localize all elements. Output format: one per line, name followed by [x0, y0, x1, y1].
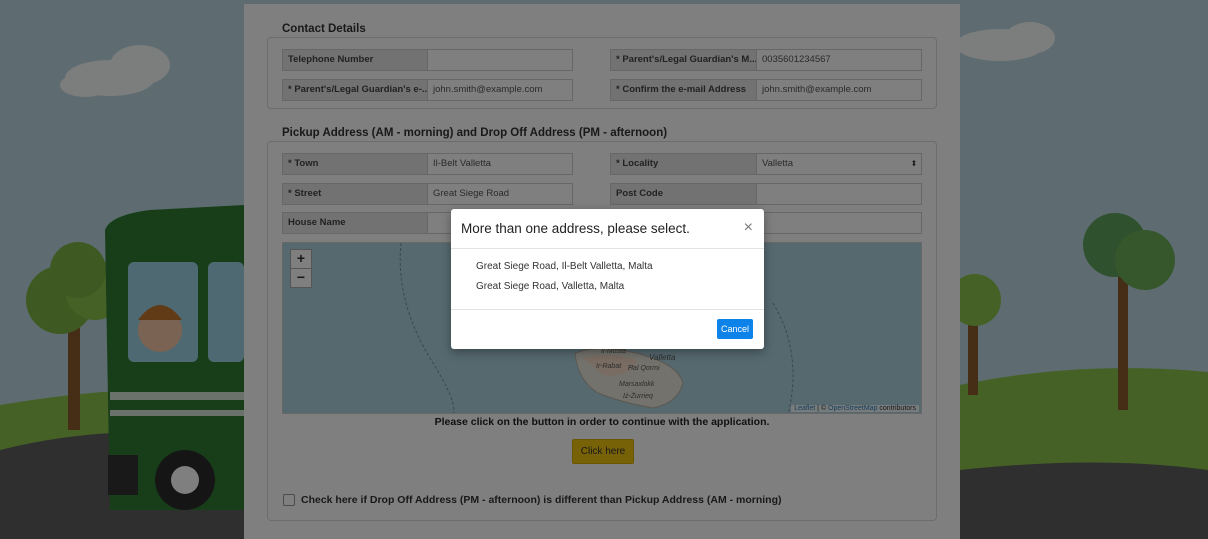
address-select-modal: More than one address, please select. × …: [451, 209, 764, 349]
cancel-button[interactable]: Cancel: [717, 319, 753, 339]
modal-divider: [451, 248, 764, 249]
address-option[interactable]: Great Siege Road, Valletta, Malta: [476, 281, 624, 292]
modal-divider: [451, 309, 764, 310]
close-icon[interactable]: ×: [744, 219, 753, 237]
modal-title: More than one address, please select.: [461, 221, 690, 236]
address-option[interactable]: Great Siege Road, Il-Belt Valletta, Malt…: [476, 261, 653, 272]
